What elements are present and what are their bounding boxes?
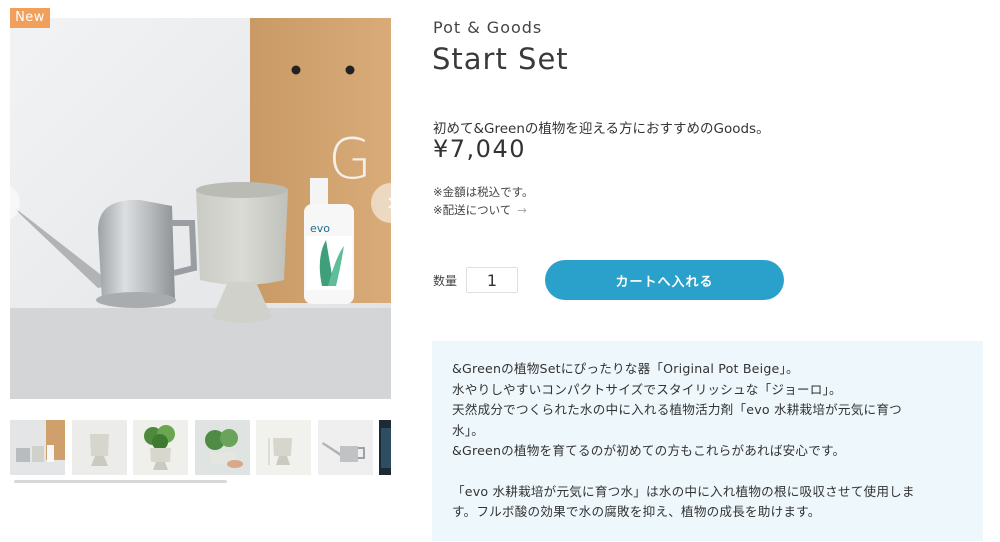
description-line: &Greenの植物を育てるのが初めての方もこれらがあれば安心です。 bbox=[452, 443, 846, 458]
thumbnail[interactable] bbox=[256, 420, 311, 475]
chevron-right-icon bbox=[388, 197, 396, 209]
thumbnail[interactable] bbox=[318, 420, 373, 475]
description-line: 水」。 bbox=[452, 422, 485, 438]
quantity-label: 数量 bbox=[433, 274, 458, 288]
add-to-cart-button[interactable]: カートへ入れる bbox=[545, 260, 784, 300]
thumbnail[interactable] bbox=[195, 420, 250, 475]
product-title: Start Set bbox=[432, 42, 569, 76]
shipping-link-label: ※配送について bbox=[433, 203, 512, 217]
product-main-image[interactable]: G evo bbox=[10, 18, 391, 399]
thumbnail[interactable] bbox=[133, 420, 188, 475]
product-price: ¥7,040 bbox=[433, 135, 526, 163]
next-image-button[interactable] bbox=[371, 183, 411, 223]
brand-name: Pot & Goods bbox=[433, 18, 543, 37]
new-badge: New bbox=[10, 8, 50, 28]
arrow-right-icon: → bbox=[517, 203, 527, 217]
shipping-info-link[interactable]: ※配送について → bbox=[433, 202, 527, 218]
tax-note: ※金額は税込です。 bbox=[433, 185, 534, 199]
chevron-left-icon bbox=[0, 197, 3, 209]
product-photo: G evo bbox=[10, 18, 391, 399]
bottle-label: evo bbox=[310, 222, 330, 235]
box-logo: G bbox=[328, 127, 371, 192]
quantity-input[interactable] bbox=[466, 267, 518, 293]
description-line: &Greenの植物Setにぴったりな器「Original Pot Beige」。 bbox=[452, 361, 799, 376]
thumbnail-scrollbar[interactable] bbox=[14, 480, 227, 483]
description-line: 天然成分でつくられた水の中に入れる植物活力剤「evo 水耕栽培が元気に育つ bbox=[452, 402, 902, 417]
thumbnail[interactable] bbox=[72, 420, 127, 475]
description-line: す。フルボ酸の効果で水の腐敗を抑え、植物の成長を助けます。 bbox=[452, 504, 821, 519]
product-description: &Greenの植物Setにぴったりな器「Original Pot Beige」。… bbox=[432, 341, 983, 541]
description-line: 水やりしやすいコンパクトサイズでスタイリッシュな「ジョーロ」。 bbox=[452, 381, 842, 397]
thumbnail[interactable] bbox=[379, 420, 391, 475]
description-line: 「evo 水耕栽培が元気に育つ水」は水の中に入れ植物の根に吸収させて使用しま bbox=[452, 483, 915, 499]
thumbnail[interactable] bbox=[10, 420, 65, 475]
thumbnail-strip bbox=[10, 420, 391, 476]
product-lead: 初めて&Greenの植物を迎える方におすすめのGoods。 bbox=[433, 121, 770, 137]
